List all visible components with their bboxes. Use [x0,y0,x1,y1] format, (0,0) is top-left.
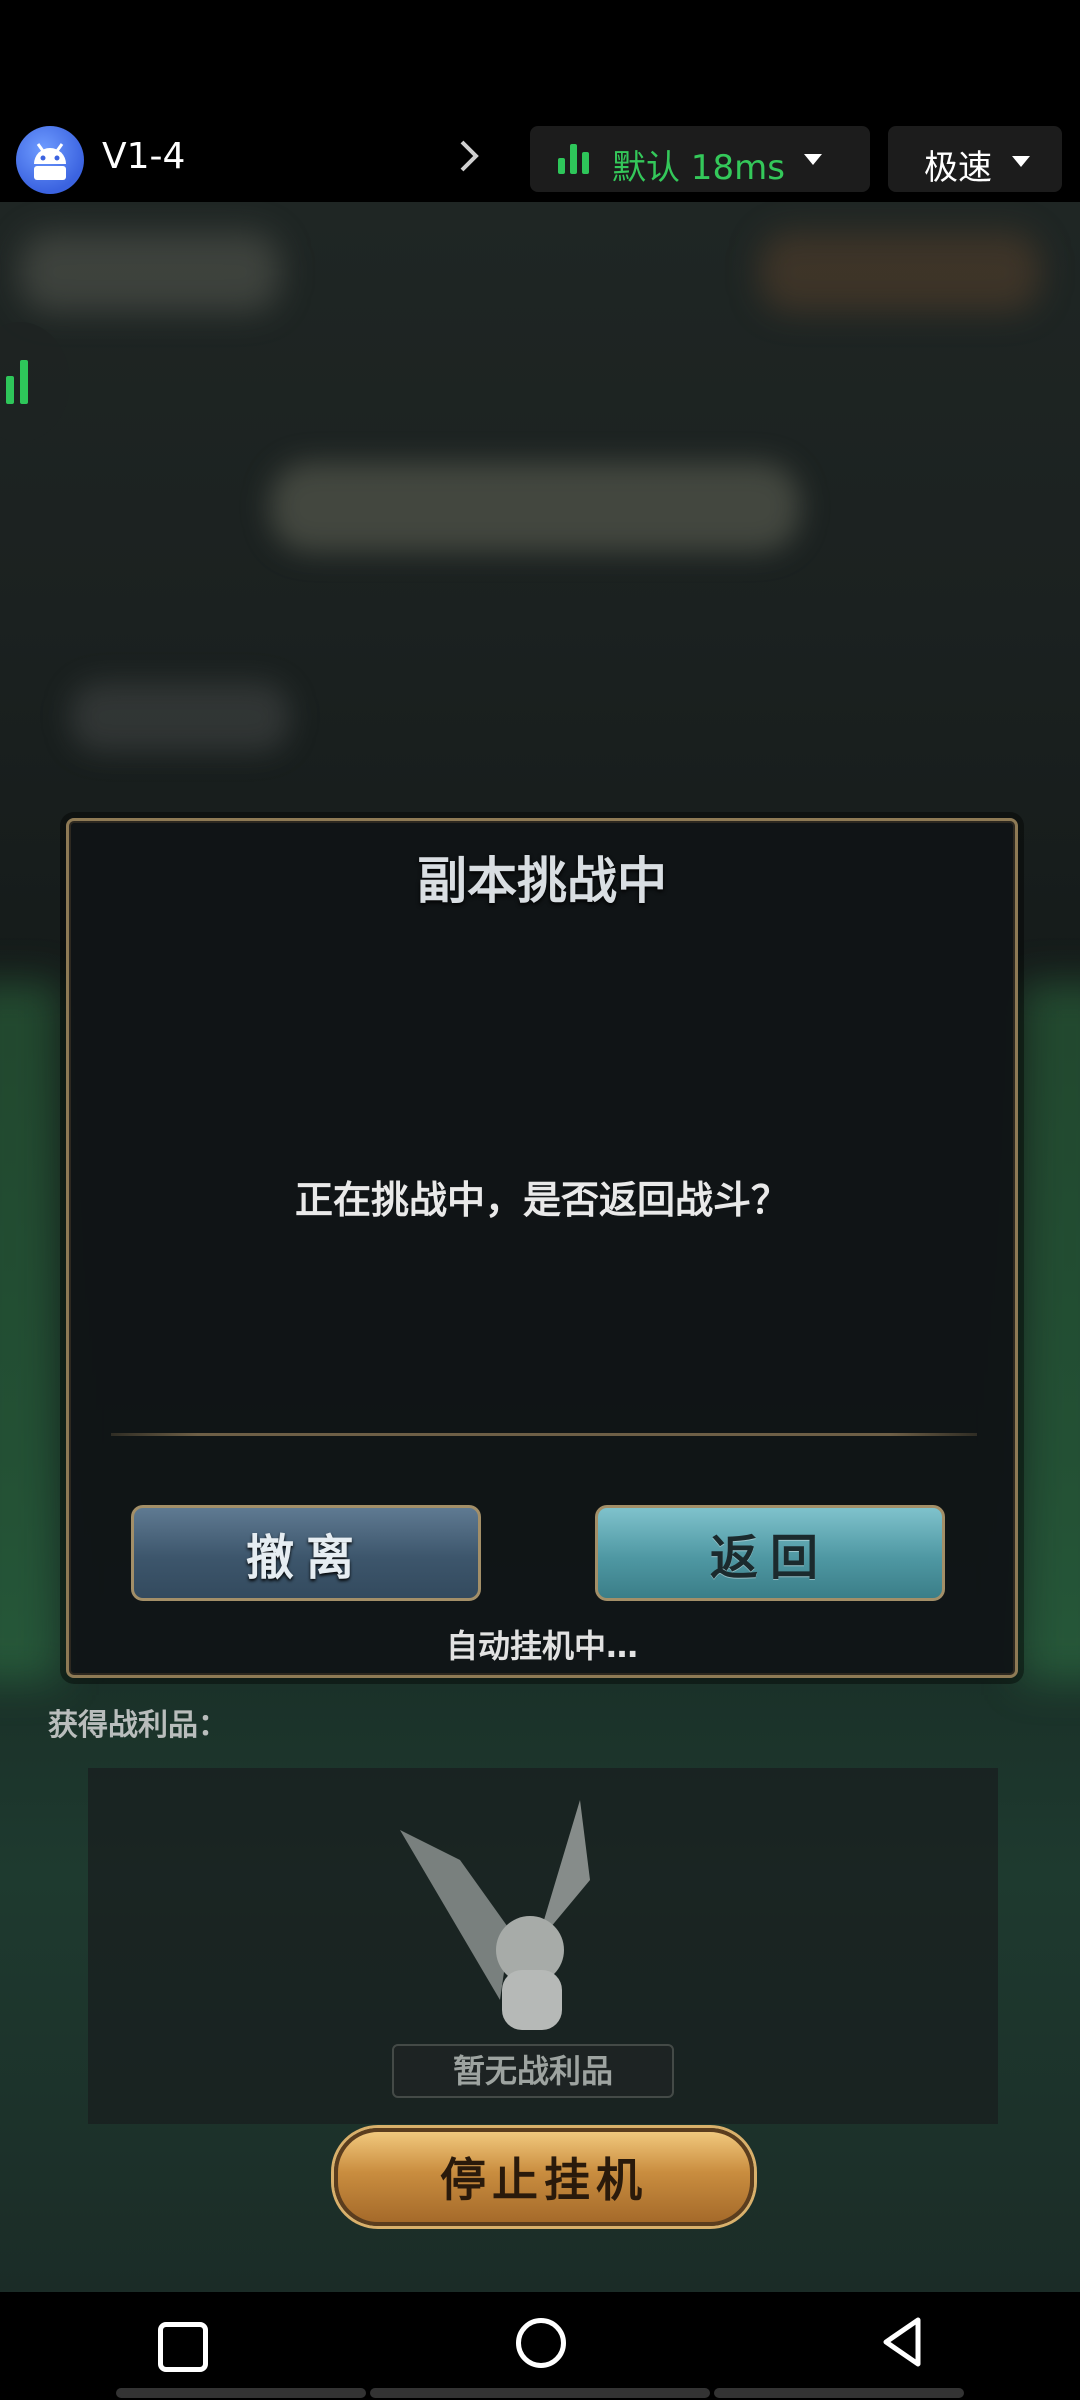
app-title: V1-4 [102,136,186,177]
nav-strip [714,2388,964,2398]
dungeon-dialog: 副本挑战中 正在挑战中，是否返回战斗？ 撤离 返回 自动挂机中… [66,818,1018,1678]
divider [111,1433,977,1436]
blurred-element [760,232,1040,312]
signal-bars-icon [558,144,594,174]
blurred-element [20,232,280,312]
return-button[interactable]: 返回 [595,1505,945,1601]
nav-strip [370,2388,710,2398]
signal-bars-icon [20,360,28,404]
network-label: 默认 18ms [612,148,785,188]
signal-bars-icon [6,376,14,404]
caret-down-icon [1012,156,1030,167]
circle-icon[interactable] [516,2318,566,2368]
mode-selector[interactable]: 极速 [888,126,1062,192]
dialog-message: 正在挑战中，是否返回战斗？ [294,1178,789,1222]
blurred-element [270,462,800,552]
caret-down-icon [804,154,822,165]
triangle-back-icon[interactable] [880,2316,924,2372]
android-icon[interactable] [16,126,84,194]
blurred-element [70,682,290,752]
leave-button[interactable]: 撤离 [131,1505,481,1601]
background-glow [0,982,60,1682]
background-glow [1020,982,1080,1682]
chevron-right-icon[interactable] [450,134,490,178]
loot-label: 获得战利品： [48,1708,228,1743]
network-selector[interactable]: 默认 18ms [530,126,870,192]
stop-idle-button[interactable]: 停止挂机 [334,2128,754,2226]
nav-strip [116,2388,366,2398]
fairy-illustration-icon [390,1800,630,2044]
mode-label: 极速 [924,148,992,188]
empty-loot-badge: 暂无战利品 [392,2044,674,2098]
auto-status-text: 自动挂机中… [445,1627,638,1665]
square-icon[interactable] [158,2322,208,2372]
floating-signal-button[interactable] [0,322,70,442]
status-bar [0,0,1080,120]
system-nav-bar [0,2292,1080,2400]
dialog-title: 副本挑战中 [417,851,667,910]
app-top-bar: V1-4 默认 18ms 极速 [0,120,1080,202]
